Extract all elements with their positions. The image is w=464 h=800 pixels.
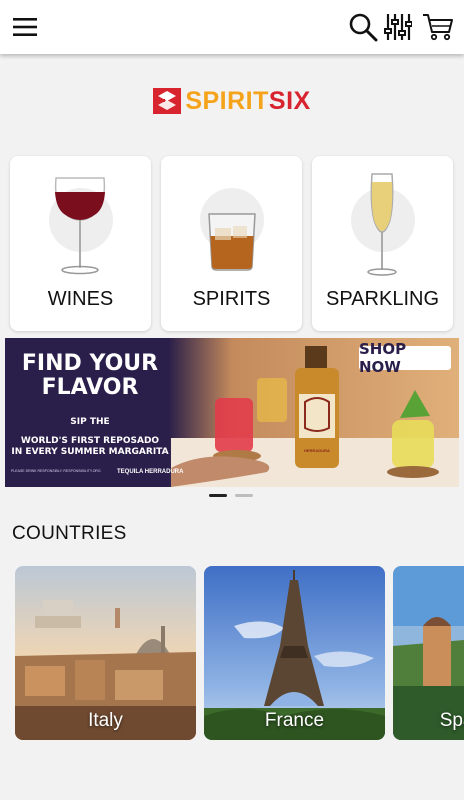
brand-logo-mark-icon: [153, 88, 182, 114]
brand-logo: SPIRITSIX: [0, 84, 464, 118]
country-card-spain[interactable]: Spain: [393, 566, 464, 740]
top-app-bar: [0, 0, 464, 54]
section-title-countries: COUNTRIES: [12, 523, 127, 544]
carousel-dot[interactable]: [235, 494, 253, 497]
category-card-wines[interactable]: WINES: [10, 156, 151, 331]
category-label: SPIRITS: [192, 288, 271, 310]
category-label: WINES: [47, 288, 114, 310]
category-card-spirits[interactable]: SPIRITS: [161, 156, 302, 331]
banner-title: FIND YOUR FLAVOR: [14, 352, 166, 400]
wine-glass-icon: [54, 177, 106, 275]
banner-title-line: FLAVOR: [41, 375, 139, 400]
brand-name-part1: SPIRIT: [185, 86, 269, 115]
carousel-indicator: [209, 494, 253, 497]
shop-now-button[interactable]: SHOP NOW: [359, 340, 451, 376]
promo-banner[interactable]: FIND YOUR FLAVOR SIP THE WORLD'S FIRST R…: [5, 338, 459, 487]
champagne-flute-icon: [367, 173, 397, 276]
category-label: SPARKLING: [326, 288, 439, 310]
country-name: Italy: [88, 710, 123, 731]
search-icon[interactable]: [345, 0, 381, 54]
country-card-italy[interactable]: Italy: [15, 566, 196, 740]
country-name: Spain: [439, 710, 464, 731]
banner-brand-name: TEQUILA HERRADURA: [117, 469, 184, 475]
bottle-label: HERRADURA: [304, 448, 330, 453]
country-name: France: [264, 710, 325, 731]
banner-subtitle-1: SIP THE: [70, 417, 110, 427]
hamburger-menu-icon[interactable]: [6, 0, 44, 54]
filter-sliders-icon[interactable]: [381, 0, 415, 54]
whiskey-glass-icon: [208, 213, 256, 271]
banner-subtitle-line: IN EVERY SUMMER MARGARITA: [11, 447, 169, 457]
banner-subtitle-line: WORLD'S FIRST REPOSADO: [20, 436, 160, 446]
carousel-dot-active[interactable]: [209, 494, 227, 497]
banner-title-line: FIND YOUR: [21, 351, 159, 376]
banner-fine-print: PLEASE DRINK RESPONSIBLY. RESPONSIBILITY…: [11, 469, 101, 473]
cart-icon[interactable]: [418, 0, 458, 54]
brand-name-part2: SIX: [268, 86, 311, 115]
country-card-france[interactable]: France: [204, 566, 385, 740]
category-card-sparkling[interactable]: SPARKLING: [312, 156, 453, 331]
banner-subtitle-2: WORLD'S FIRST REPOSADO IN EVERY SUMMER M…: [10, 436, 170, 458]
